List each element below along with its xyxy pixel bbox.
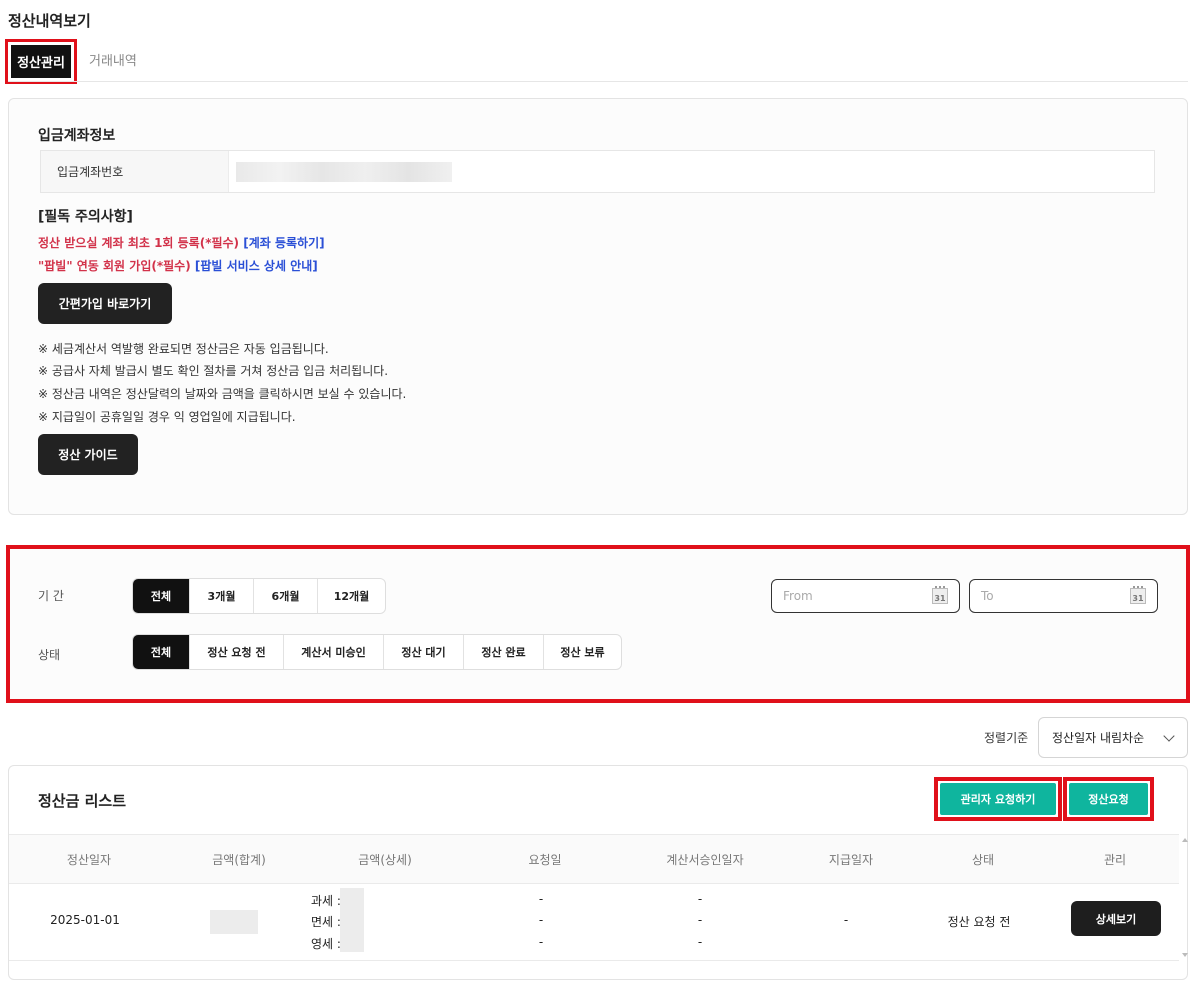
- status-option-on-hold[interactable]: 정산 보류: [543, 635, 621, 669]
- sort-select[interactable]: 정산일자 내림차순: [1038, 717, 1188, 758]
- column-header: 상태: [971, 853, 995, 867]
- notice-popbill-text: "팝빌" 연동 회원 가입(*필수): [38, 259, 191, 273]
- column-header: 요청일: [528, 853, 562, 867]
- view-detail-button[interactable]: 상세보기: [1071, 901, 1161, 936]
- notice-line-popbill: "팝빌" 연동 회원 가입(*필수) [팝빌 서비스 상세 안내]: [38, 257, 318, 274]
- sort-selected-value: 정산일자 내림차순: [1052, 731, 1145, 745]
- notice-line-account: 정산 받으실 계좌 최초 1회 등록(*필수) [계좌 등록하기]: [38, 234, 325, 251]
- tab-label: 정산관리: [11, 45, 71, 78]
- popbill-info-link[interactable]: [팝빌 서비스 상세 안내]: [195, 259, 318, 273]
- tab-transaction-history[interactable]: 거래내역: [89, 50, 137, 69]
- status-option-pending[interactable]: 정산 대기: [383, 635, 463, 669]
- notice-title: [필독 주의사항]: [38, 209, 133, 225]
- date-to-input[interactable]: To 31: [969, 579, 1158, 613]
- settle-request-highlight: 정산요청: [1063, 777, 1154, 821]
- detail-label-exempt: 면세 :: [311, 915, 341, 929]
- account-number-label: 입금계좌번호: [41, 151, 229, 192]
- period-label: 기 간: [38, 589, 64, 603]
- account-table: 입금계좌번호: [40, 150, 1155, 193]
- request-date: -: [538, 935, 544, 949]
- status-label: 상태: [38, 648, 61, 662]
- scroll-up-icon[interactable]: [1182, 838, 1188, 842]
- notice-account-text: 정산 받으실 계좌 최초 1회 등록(*필수): [38, 236, 240, 250]
- scroll-down-icon[interactable]: [1182, 953, 1188, 957]
- row-status: 정산 요청 전: [947, 915, 1011, 929]
- settlement-guide-button[interactable]: 정산 가이드: [38, 434, 138, 475]
- page-title: 정산내역보기: [8, 12, 91, 30]
- period-option-6m[interactable]: 6개월: [253, 579, 317, 613]
- quick-signup-button[interactable]: 간편가입 바로가기: [38, 283, 172, 324]
- column-header: 계산서승인일자: [666, 853, 744, 867]
- notice-bullet: ※ 세금계산서 역발행 완료되면 정산금은 자동 입금됩니다.: [38, 342, 329, 356]
- settle-request-button[interactable]: 정산요청: [1069, 783, 1148, 815]
- notice-bullet: ※ 정산금 내역은 정산달력의 날짜와 금액을 클릭하시면 보실 수 있습니다.: [38, 387, 407, 401]
- notice-bullet: ※ 공급사 자체 발급시 별도 확인 절차를 거쳐 정산금 입금 처리됩니다.: [38, 364, 389, 378]
- tab-settlement-management[interactable]: 정산관리: [5, 39, 77, 84]
- account-section-title: 입금계좌정보: [38, 128, 116, 144]
- notice-bullet: ※ 지급일이 공휴일일 경우 익 영업일에 지급됩니다.: [38, 410, 296, 424]
- date-from-input[interactable]: From 31: [771, 579, 960, 613]
- redacted-total-amount: [210, 910, 258, 934]
- filter-panel: [6, 545, 1190, 703]
- detail-label-taxable: 과세 :: [311, 894, 341, 908]
- status-option-invoice-unapproved[interactable]: 계산서 미승인: [283, 635, 383, 669]
- status-option-complete[interactable]: 정산 완료: [463, 635, 543, 669]
- table-header: 정산일자 금액(합계) 금액(상세) 요청일 계산서승인일자 지급일자 상태 관…: [9, 834, 1179, 884]
- column-header: 지급일자: [828, 853, 874, 867]
- admin-request-highlight: 관리자 요청하기: [934, 777, 1062, 821]
- period-option-all[interactable]: 전체: [133, 579, 189, 613]
- date-to-placeholder: To: [981, 589, 994, 603]
- column-header: 관리: [1103, 853, 1127, 867]
- status-option-all[interactable]: 전체: [133, 635, 189, 669]
- request-date: -: [538, 892, 544, 906]
- calendar-icon[interactable]: 31: [932, 586, 948, 604]
- column-header: 금액(상세): [358, 853, 412, 867]
- row-settle-date: 2025-01-01: [50, 913, 120, 927]
- status-option-before-request[interactable]: 정산 요청 전: [189, 635, 283, 669]
- sort-label: 정렬기준: [984, 731, 1029, 745]
- tab-divider: [8, 81, 1188, 82]
- period-option-3m[interactable]: 3개월: [189, 579, 253, 613]
- invoice-approval-date: -: [697, 913, 703, 927]
- status-segmented-control: 전체 정산 요청 전 계산서 미승인 정산 대기 정산 완료 정산 보류: [132, 634, 622, 670]
- redacted-account-number: [236, 161, 452, 182]
- chevron-down-icon: [1163, 730, 1175, 742]
- column-header: 금액(합계): [212, 853, 266, 867]
- request-date: -: [538, 913, 544, 927]
- admin-request-button[interactable]: 관리자 요청하기: [940, 783, 1056, 815]
- period-segmented-control: 전체 3개월 6개월 12개월: [132, 578, 386, 614]
- column-header: 정산일자: [66, 853, 112, 867]
- invoice-approval-date: -: [697, 935, 703, 949]
- row-divider: [9, 960, 1179, 961]
- list-title: 정산금 리스트: [38, 792, 127, 810]
- register-account-link[interactable]: [계좌 등록하기]: [243, 236, 324, 250]
- detail-label-zero-rated: 영세 :: [311, 937, 341, 951]
- invoice-approval-date: -: [697, 892, 703, 906]
- date-from-placeholder: From: [783, 589, 813, 603]
- redacted-detail-amounts: [340, 888, 364, 952]
- payment-date: -: [843, 913, 849, 927]
- period-option-12m[interactable]: 12개월: [317, 579, 385, 613]
- account-number-value: [229, 151, 1154, 192]
- calendar-icon[interactable]: 31: [1130, 586, 1146, 604]
